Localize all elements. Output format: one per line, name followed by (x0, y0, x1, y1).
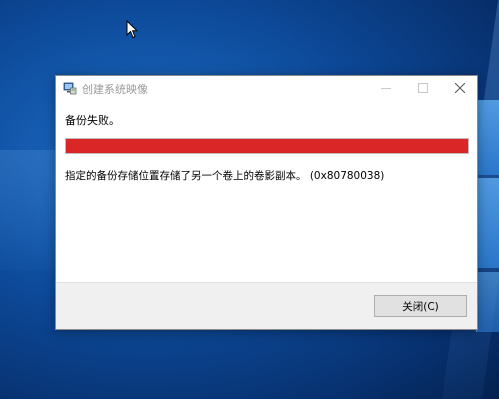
mouse-cursor-icon (126, 20, 138, 39)
progress-bar-fill (66, 139, 468, 153)
maximize-icon (418, 83, 428, 93)
maximize-button[interactable] (406, 76, 440, 100)
minimize-button[interactable] (369, 76, 403, 100)
minimize-icon (381, 88, 391, 89)
backup-failed-dialog: 创建系统映像 备份失败。 指定的备份存储位置存储了另一个卷上的卷影副本。 (0x… (55, 75, 478, 330)
wallpaper-window-pane (476, 272, 499, 332)
wallpaper-light-beam (0, 150, 60, 270)
dialog-titlebar[interactable]: 创建系统映像 (56, 76, 477, 100)
dialog-title: 创建系统映像 (82, 83, 148, 96)
error-message: 指定的备份存储位置存储了另一个卷上的卷影副本。 (0x80780038) (65, 170, 385, 182)
close-icon (455, 83, 465, 93)
backup-app-icon (63, 82, 77, 95)
desktop-background: 创建系统映像 备份失败。 指定的备份存储位置存储了另一个卷上的卷影副本。 (0x… (0, 0, 499, 399)
close-window-button[interactable] (443, 76, 477, 100)
wallpaper-window-pane (476, 100, 499, 175)
progress-bar (65, 138, 469, 154)
dialog-footer: 关闭(C) (56, 282, 477, 329)
close-button[interactable]: 关闭(C) (374, 295, 467, 317)
wallpaper-window-pane (476, 178, 499, 268)
status-heading: 备份失败。 (65, 114, 120, 127)
